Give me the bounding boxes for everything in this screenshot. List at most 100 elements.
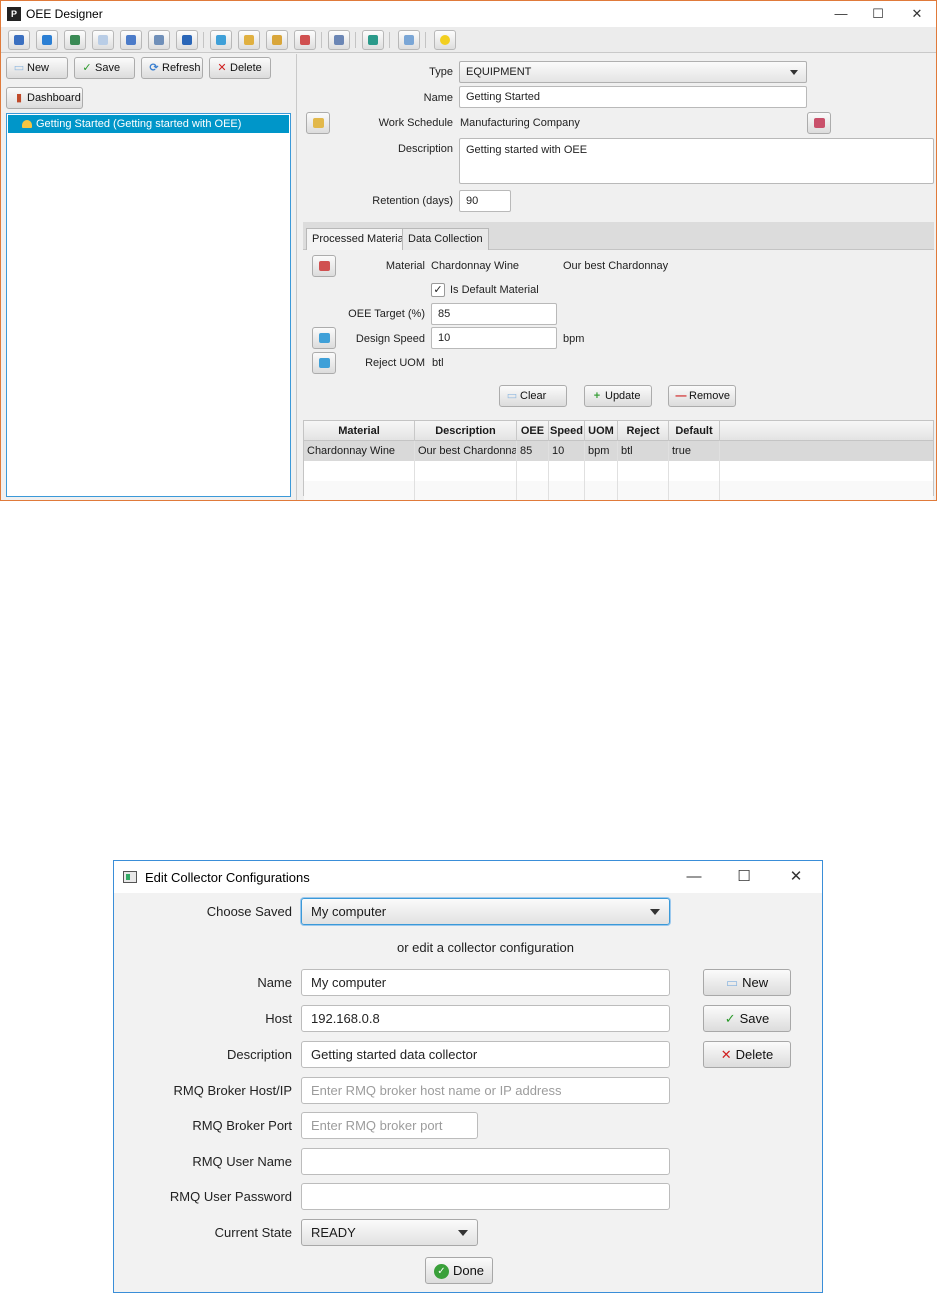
delete-button[interactable]: ✕ Delete: [209, 57, 271, 79]
delete-button[interactable]: ✕ Delete: [703, 1041, 791, 1068]
tree-item-getting-started[interactable]: Getting Started (Getting started with OE…: [8, 115, 289, 133]
import-icon[interactable]: [210, 30, 232, 50]
work-schedule-icon[interactable]: [120, 30, 142, 50]
title-bar: Edit Collector Configurations — ☐ ✕: [114, 861, 822, 893]
speed-uom-button[interactable]: [312, 327, 336, 349]
table-cell: [585, 461, 618, 481]
choose-saved-label: Choose Saved: [206, 904, 292, 919]
clear-icon: ▭: [506, 390, 518, 402]
close-button[interactable]: ✕: [771, 861, 821, 893]
app-window-icon: [123, 871, 137, 883]
minimize-button[interactable]: —: [669, 861, 719, 893]
table-cell: [618, 481, 669, 500]
broker-port-label: RMQ Broker Port: [192, 1118, 292, 1133]
column-header[interactable]: Speed: [549, 421, 585, 441]
tab-processed-material[interactable]: Processed Material: [306, 228, 413, 250]
host-label: Host: [265, 1011, 292, 1026]
table-cell: [618, 461, 669, 481]
update-button[interactable]: + Update: [584, 385, 652, 407]
done-button[interactable]: ✓ Done: [425, 1257, 493, 1284]
table-row[interactable]: Chardonnay Wine Our best Chardonnay 85 1…: [304, 441, 933, 461]
reason-icon[interactable]: [64, 30, 86, 50]
work-schedule-value: Manufacturing Company: [460, 117, 580, 129]
clear-button[interactable]: ▭ Clear: [499, 385, 567, 407]
description-input[interactable]: Getting started with OEE: [459, 138, 934, 184]
dashboard-tool-icon[interactable]: [362, 30, 384, 50]
default-material-checkbox[interactable]: ✓: [431, 283, 445, 297]
type-select[interactable]: EQUIPMENT: [459, 61, 807, 83]
save-label: Save: [95, 62, 121, 74]
dashboard-button[interactable]: ▮ Dashboard: [6, 87, 83, 109]
table-cell: [304, 461, 415, 481]
host-input[interactable]: 192.168.0.8: [301, 1005, 670, 1032]
close-button[interactable]: ✕: [897, 1, 936, 27]
table-cell: Chardonnay Wine: [304, 441, 415, 461]
choose-saved-select[interactable]: My computer: [301, 898, 670, 925]
oee-designer-window: P OEE Designer — ☐ ✕ ▭ New ✓ Save ⟳ Refr…: [0, 0, 937, 501]
material-icon[interactable]: [36, 30, 58, 50]
column-header[interactable]: Material: [304, 421, 415, 441]
check-icon: ✓: [82, 62, 92, 74]
clear-label: Clear: [520, 390, 547, 402]
column-header[interactable]: Description: [415, 421, 517, 441]
description-input[interactable]: Getting started data collector: [301, 1041, 670, 1068]
script-icon[interactable]: [148, 30, 170, 50]
broker-port-input[interactable]: Enter RMQ broker port: [301, 1112, 478, 1139]
done-label: Done: [452, 1263, 485, 1278]
oee-target-input[interactable]: 85: [431, 303, 557, 325]
user-password-input[interactable]: [301, 1183, 670, 1210]
column-header[interactable]: Default: [669, 421, 720, 441]
clear-schedule-button[interactable]: [807, 112, 831, 134]
print-icon[interactable]: [328, 30, 350, 50]
refresh-tool-icon[interactable]: [398, 30, 420, 50]
x-icon: ✕: [720, 1047, 732, 1062]
new-icon: ▭: [725, 975, 739, 990]
uom-icon[interactable]: [92, 30, 114, 50]
material-picker-icon: [319, 261, 330, 271]
backup-icon[interactable]: [266, 30, 288, 50]
help-icon[interactable]: [434, 30, 456, 50]
collector-icon[interactable]: [176, 30, 198, 50]
save-button[interactable]: ✓ Save: [703, 1005, 791, 1032]
choose-schedule-button[interactable]: [306, 112, 330, 134]
table-cell: [415, 481, 517, 500]
new-button[interactable]: ▭ New: [703, 969, 791, 996]
user-name-input[interactable]: [301, 1148, 670, 1175]
physical-model-icon[interactable]: [8, 30, 30, 50]
design-speed-unit: bpm: [563, 333, 585, 345]
column-header[interactable]: UOM: [585, 421, 618, 441]
name-input[interactable]: My computer: [301, 969, 670, 996]
update-label: Update: [605, 390, 641, 402]
new-button[interactable]: ▭ New: [6, 57, 68, 79]
material-table[interactable]: Material Description OEE Speed UOM Rejec…: [303, 420, 934, 500]
equipment-material-icon[interactable]: [294, 30, 316, 50]
tab-data-collection[interactable]: Data Collection: [402, 228, 489, 250]
minimize-button[interactable]: —: [821, 1, 861, 27]
save-button[interactable]: ✓ Save: [74, 57, 135, 79]
choose-material-button[interactable]: [312, 255, 336, 277]
design-speed-label: Design Speed: [355, 333, 425, 345]
maximize-button[interactable]: ☐: [719, 861, 769, 893]
current-state-select[interactable]: READY: [301, 1219, 478, 1246]
chevron-down-icon: [650, 909, 660, 915]
table-header: Material Description OEE Speed UOM Rejec…: [304, 421, 933, 441]
reject-uom-button[interactable]: [312, 352, 336, 374]
table-cell: bpm: [585, 441, 618, 461]
minus-icon: —: [675, 390, 687, 402]
edit-hint: or edit a collector configuration: [396, 940, 575, 955]
export-icon[interactable]: [238, 30, 260, 50]
retention-input[interactable]: 90: [459, 190, 511, 212]
table-cell: [517, 481, 549, 500]
broker-host-input[interactable]: Enter RMQ broker host name or IP address: [301, 1077, 670, 1104]
column-header[interactable]: OEE: [517, 421, 549, 441]
remove-button[interactable]: — Remove: [668, 385, 736, 407]
entity-tree[interactable]: Getting Started (Getting started with OE…: [6, 113, 291, 497]
name-input[interactable]: Getting Started: [459, 86, 807, 108]
column-header[interactable]: Reject: [618, 421, 669, 441]
maximize-button[interactable]: ☐: [858, 1, 898, 27]
design-speed-input[interactable]: 10: [431, 327, 557, 349]
current-state-label: Current State: [214, 1225, 292, 1240]
delete-label: Delete: [735, 1047, 774, 1062]
refresh-button[interactable]: ⟳ Refresh: [141, 57, 203, 79]
description-label: Description: [397, 143, 453, 155]
